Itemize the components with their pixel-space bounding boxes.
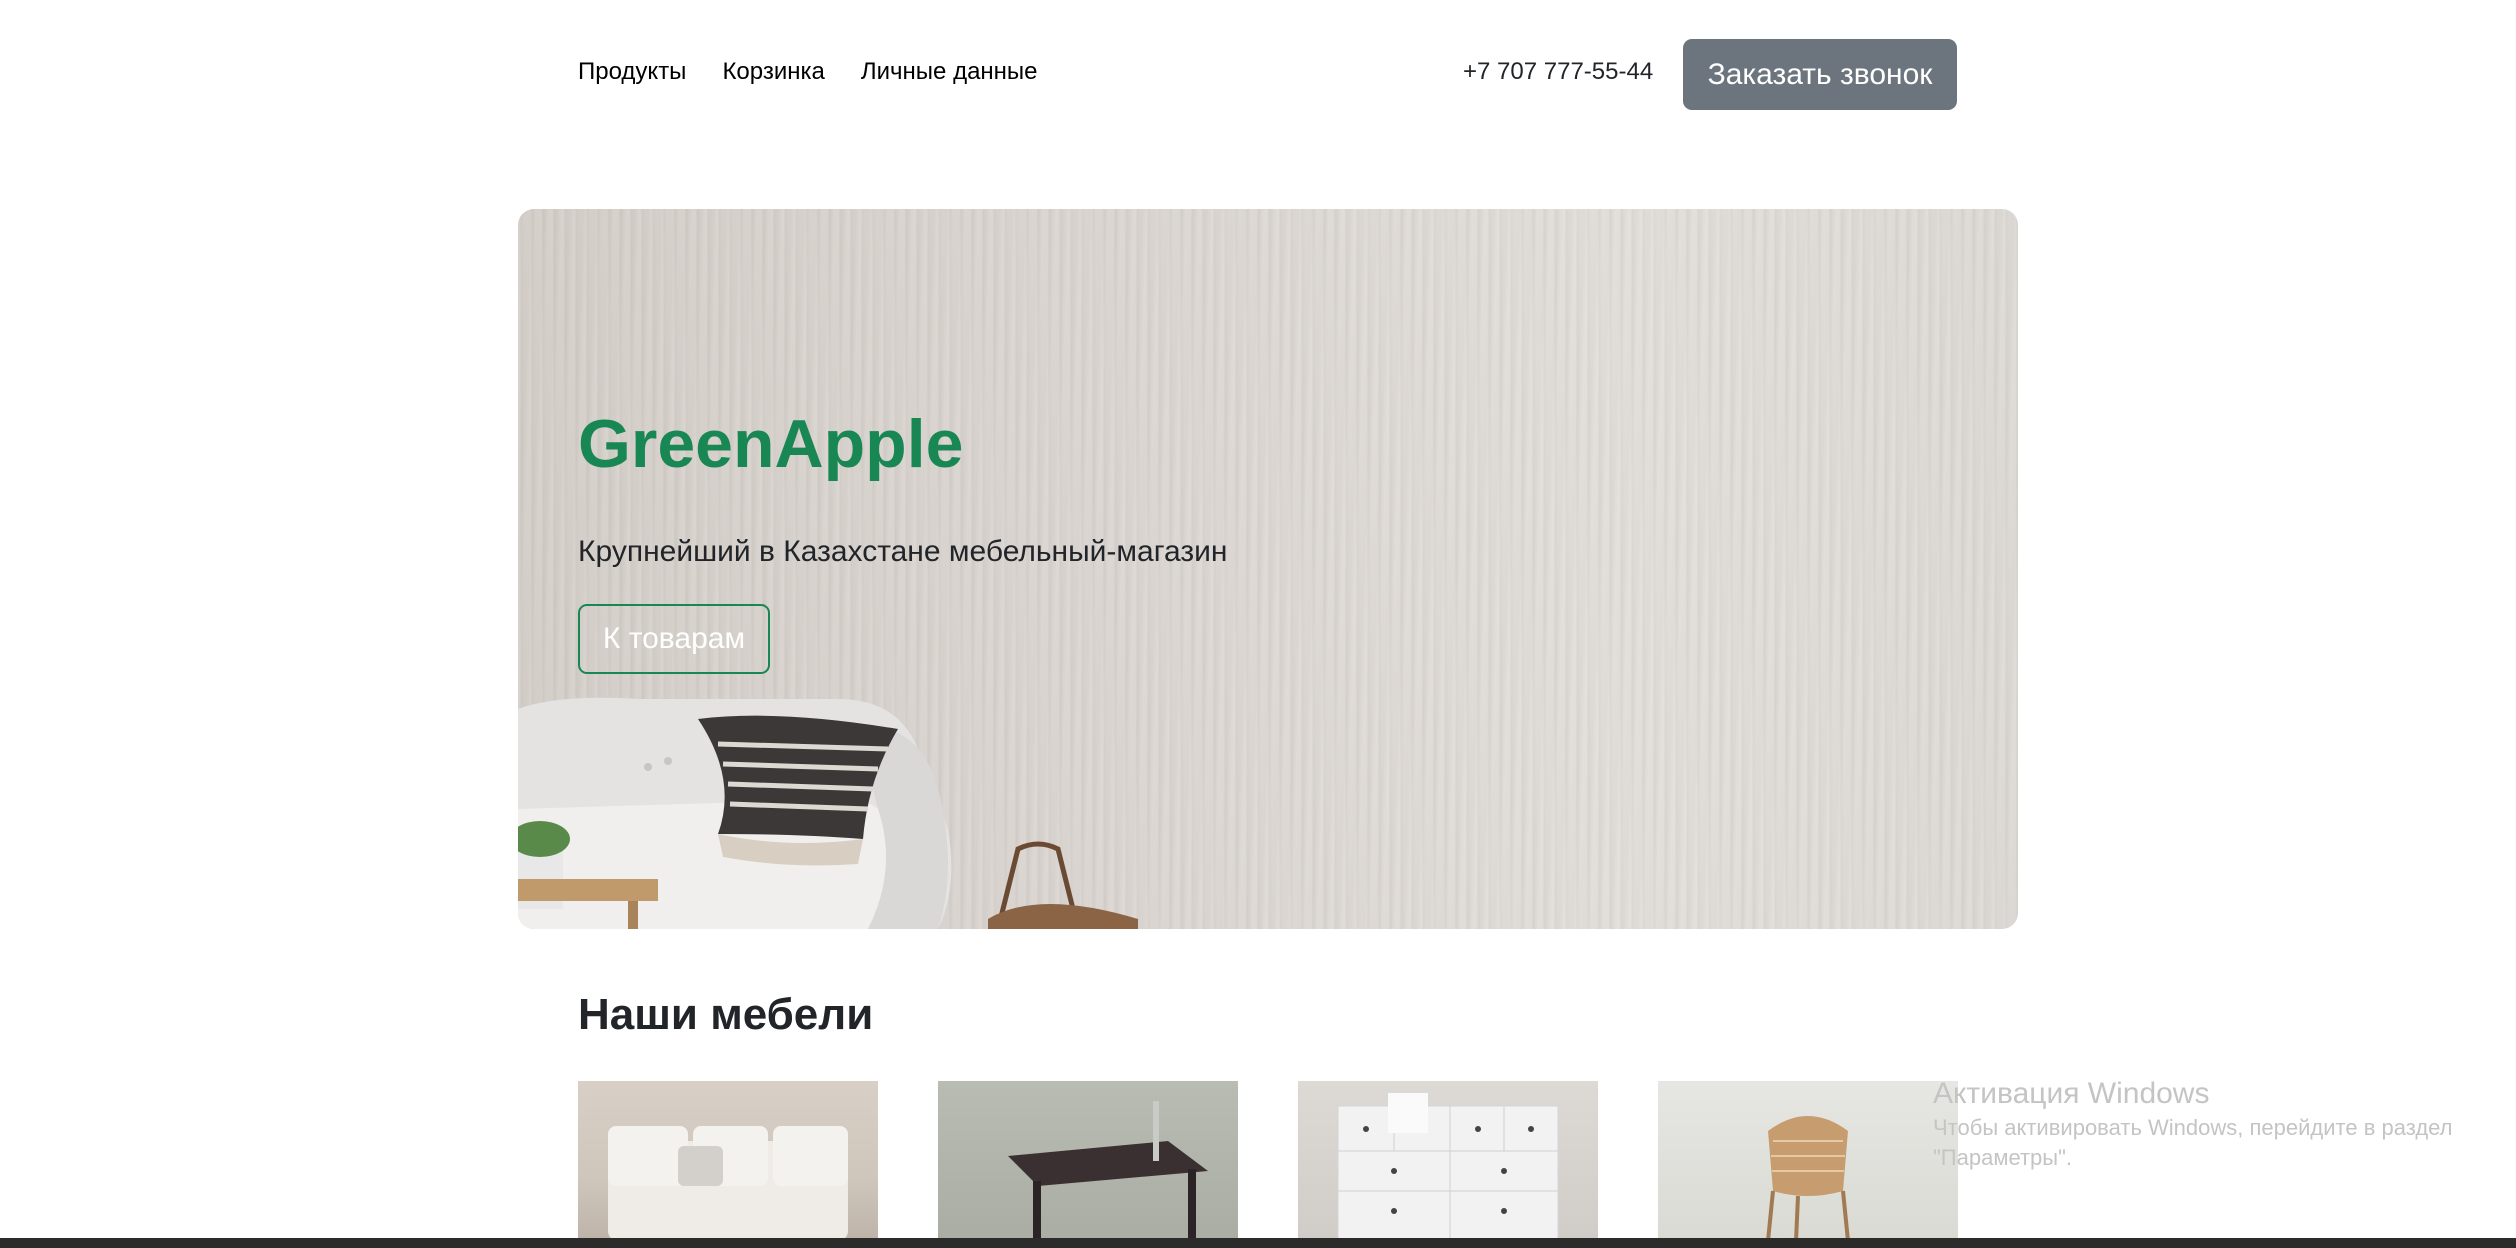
chair-image	[1766, 1116, 1850, 1241]
nav-link-products[interactable]: Продукты	[578, 57, 686, 87]
nav-link-personal-data[interactable]: Личные данные	[861, 57, 1038, 87]
hero-banner: GreenApple Крупнейший в Казахстане мебел…	[518, 209, 2018, 929]
dresser-image	[1337, 1093, 1559, 1241]
hero-subtitle: Крупнейший в Казахстане мебельный-магази…	[578, 535, 1228, 568]
main-nav: Продукты Корзинка Личные данные	[578, 57, 1038, 87]
order-call-button[interactable]: Заказать звонок	[1683, 39, 1957, 110]
windows-activation-watermark: Активация Windows Чтобы активировать Win…	[1933, 1075, 2493, 1173]
nav-link-cart[interactable]: Корзинка	[722, 57, 824, 87]
section-title: Наши мебели	[578, 990, 874, 1039]
to-products-button[interactable]: К товарам	[578, 604, 770, 674]
watermark-text: Чтобы активировать Windows, перейдите в …	[1933, 1115, 2453, 1170]
phone-number: +7 707 777-55-44	[1463, 58, 1654, 85]
product-image-table[interactable]	[938, 1081, 1238, 1241]
sofa-image	[608, 1126, 848, 1241]
watermark-title: Активация Windows	[1933, 1077, 2210, 1110]
product-image-sofa[interactable]	[578, 1081, 878, 1241]
product-image-dresser[interactable]	[1298, 1081, 1598, 1241]
hero-title: GreenApple	[578, 406, 964, 482]
sofa-illustration	[518, 697, 1138, 929]
taskbar	[0, 1238, 2516, 1248]
product-image-chair[interactable]	[1658, 1081, 1958, 1241]
table-image	[1008, 1101, 1208, 1241]
